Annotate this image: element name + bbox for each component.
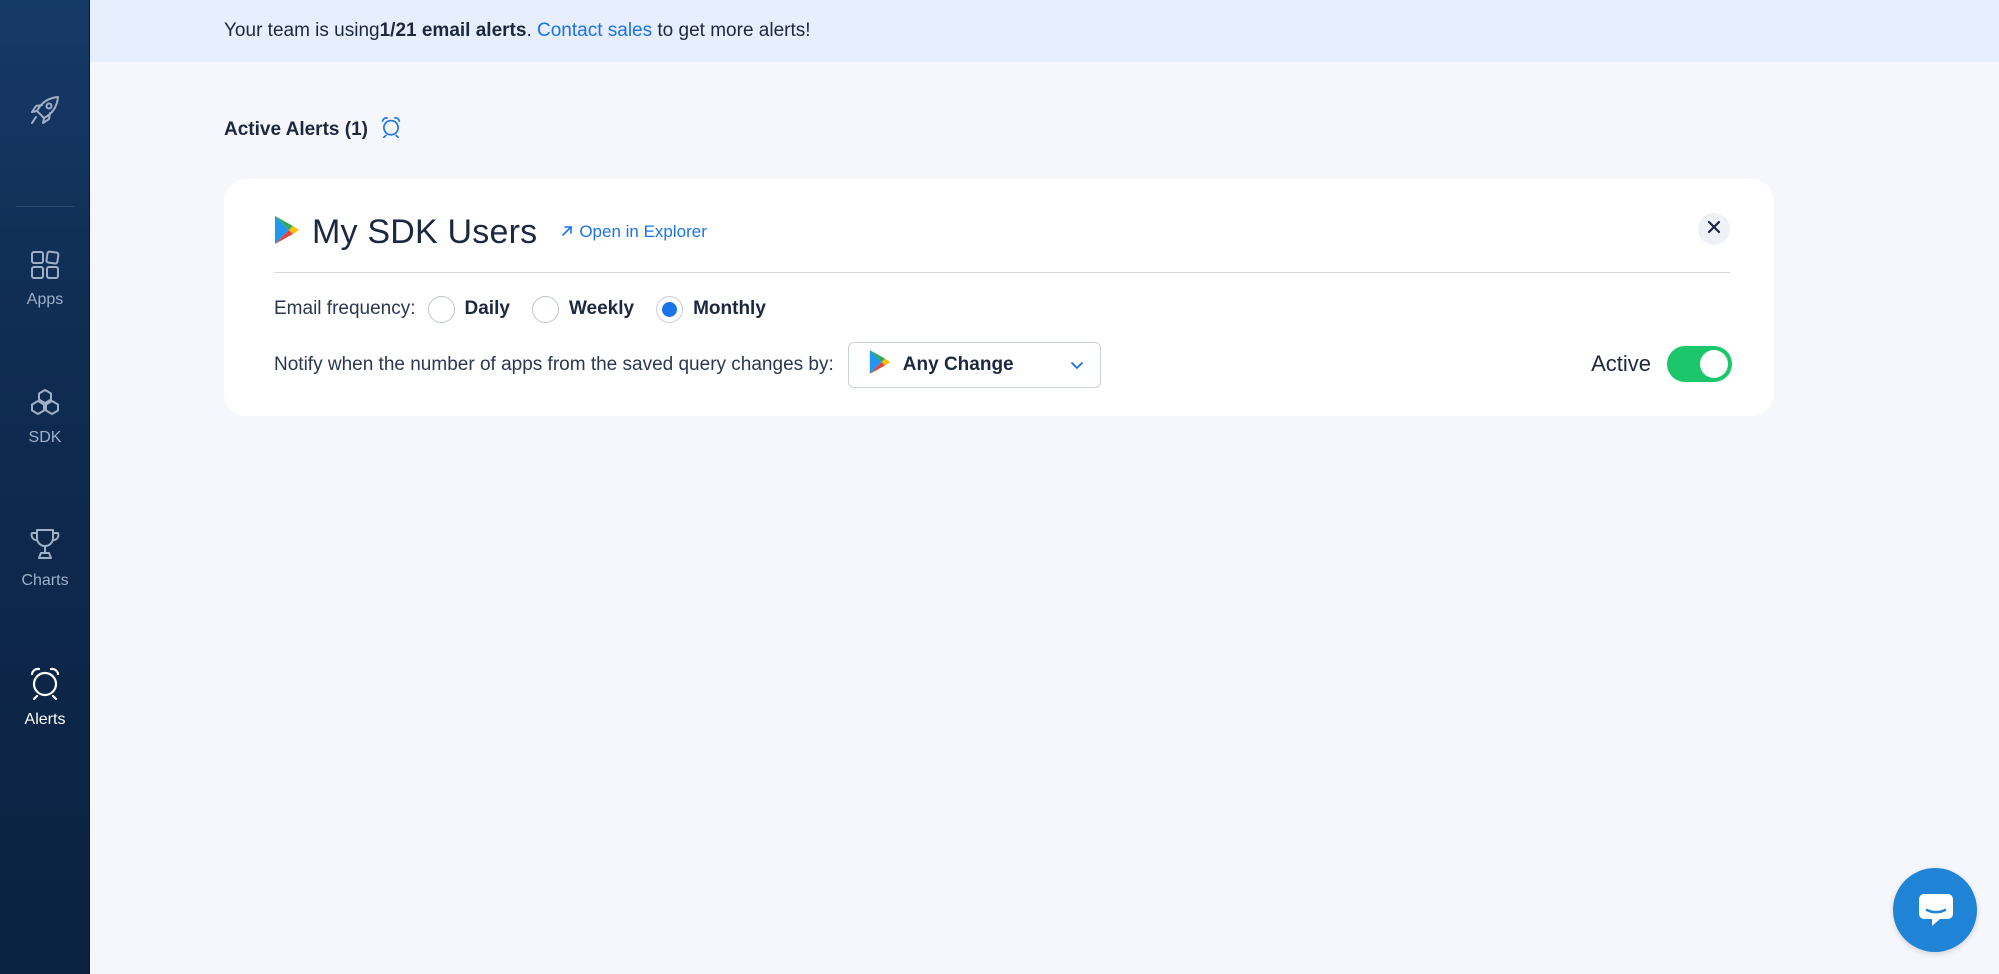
- banner-text-suffix: to get more alerts!: [652, 20, 811, 41]
- rocket-logo-icon[interactable]: [0, 85, 90, 135]
- email-frequency-label: Email frequency:: [274, 298, 416, 319]
- email-frequency-row: Email frequency: Daily Weekly Monthly: [274, 292, 788, 326]
- alarm-clock-icon: [28, 666, 62, 705]
- banner-text-prefix: Your team is using: [224, 20, 380, 41]
- sidebar-item-label: Apps: [26, 291, 64, 308]
- sidebar-item-label: Charts: [21, 572, 69, 589]
- frequency-option-monthly[interactable]: Monthly: [656, 295, 766, 323]
- sidebar: Apps SDK Charts Alerts: [0, 0, 90, 974]
- grid-icon: [30, 250, 60, 285]
- arrow-up-right-icon: [561, 222, 573, 242]
- usage-banner: Your team is using 1/21 email alerts. Co…: [90, 0, 1999, 62]
- sidebar-item-label: Alerts: [24, 711, 66, 728]
- open-in-explorer-link[interactable]: Open in Explorer: [561, 222, 707, 242]
- sidebar-item-charts[interactable]: Charts: [0, 527, 90, 617]
- alert-card: My SDK Users Open in Explorer Email freq…: [224, 179, 1774, 416]
- radio-weekly[interactable]: [531, 295, 559, 323]
- banner-usage: 1/21 email alerts: [379, 20, 527, 41]
- change-threshold-select[interactable]: Any Change: [847, 342, 1101, 388]
- google-play-icon: [274, 215, 300, 250]
- contact-sales-link[interactable]: Contact sales: [537, 20, 652, 42]
- cubes-icon: [30, 388, 60, 423]
- notify-row: Notify when the number of apps from the …: [274, 342, 1101, 388]
- alarm-clock-icon: [380, 116, 402, 144]
- chat-support-button[interactable]: [1893, 868, 1977, 952]
- radio-label-daily: Daily: [464, 298, 510, 319]
- radio-label-monthly: Monthly: [693, 298, 766, 319]
- radio-daily[interactable]: [427, 295, 455, 323]
- radio-monthly[interactable]: [656, 295, 684, 323]
- trophy-icon: [29, 527, 61, 566]
- close-alert-button[interactable]: [1698, 213, 1730, 245]
- active-toggle-group: Active: [1591, 346, 1732, 382]
- open-in-explorer-label: Open in Explorer: [579, 222, 707, 241]
- notify-label: Notify when the number of apps from the …: [274, 354, 834, 375]
- section-title: Active Alerts (1): [224, 119, 368, 140]
- sidebar-item-sdk[interactable]: SDK: [0, 388, 90, 478]
- active-alerts-header: Active Alerts (1): [224, 116, 402, 144]
- close-icon: [1707, 220, 1721, 239]
- card-divider: [274, 272, 1730, 273]
- sidebar-item-apps[interactable]: Apps: [0, 250, 90, 340]
- sidebar-item-alerts[interactable]: Alerts: [0, 666, 90, 756]
- frequency-option-daily[interactable]: Daily: [427, 295, 510, 323]
- chat-bubble-icon: [1913, 886, 1957, 935]
- sidebar-item-label: SDK: [28, 429, 62, 446]
- frequency-option-weekly[interactable]: Weekly: [531, 295, 635, 323]
- google-play-icon: [869, 349, 891, 381]
- active-toggle[interactable]: [1667, 346, 1732, 382]
- chevron-down-icon: [1070, 354, 1084, 376]
- sidebar-divider: [16, 206, 74, 207]
- alert-card-header: My SDK Users Open in Explorer: [274, 211, 1730, 253]
- alert-title: My SDK Users: [312, 212, 538, 251]
- radio-label-weekly: Weekly: [568, 298, 635, 319]
- active-label: Active: [1591, 351, 1651, 376]
- select-value: Any Change: [902, 354, 1014, 375]
- app-root: Apps SDK Charts Alerts Your team is usin…: [0, 0, 1999, 974]
